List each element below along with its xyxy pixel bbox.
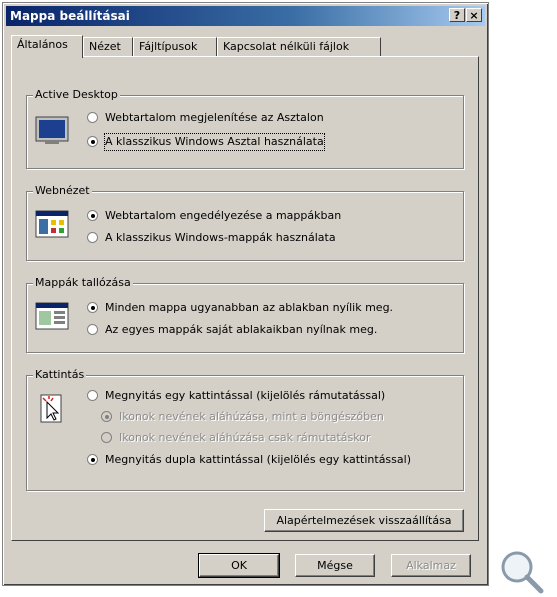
radio-button[interactable] (87, 210, 98, 221)
close-button[interactable]: × (466, 8, 482, 22)
magnifier-icon[interactable] (497, 548, 545, 594)
desktop-monitor-icon (35, 116, 69, 144)
web-folder-icon (35, 210, 69, 238)
radio-button[interactable] (87, 390, 98, 401)
click-cursor-icon (40, 394, 62, 423)
radio-button[interactable] (87, 302, 98, 313)
tab-offline-files[interactable]: Kapcsolat nélküli fájlok (217, 37, 381, 57)
group-active-desktop: Active Desktop Webtartalom megjelenítése… (26, 88, 464, 169)
radio-button[interactable] (87, 112, 98, 123)
radio-button[interactable] (87, 136, 98, 147)
group-legend: Mappák tallózása (33, 276, 133, 289)
window-title: Mappa beállításai (10, 9, 130, 23)
group-browse-folders: Mappák tallózása Minden mappa ugyanabban… (26, 276, 464, 353)
tab-general[interactable]: Általános (11, 35, 83, 58)
group-legend: Active Desktop (33, 88, 120, 101)
group-legend: Webnézet (33, 184, 92, 197)
group-legend: Kattintás (33, 368, 87, 381)
radio-button[interactable] (101, 432, 112, 443)
group-web-view: Webnézet Webtartalom engedélyezése a map… (26, 184, 464, 261)
radio-button[interactable] (87, 324, 98, 335)
tab-file-types[interactable]: Fájltípusok (133, 37, 217, 57)
group-click: Kattintás Megnyitás egy kattintással (ki… (26, 368, 464, 491)
radio-button[interactable] (87, 232, 98, 243)
window-browse-icon (35, 302, 69, 330)
folder-options-dialog: Mappa beállításai ? × Általános Nézet Fá… (2, 2, 489, 586)
radio-button[interactable] (87, 454, 98, 465)
radio-button[interactable] (101, 411, 112, 422)
tab-panel-general: Active Desktop Webtartalom megjelenítése… (11, 56, 479, 541)
title-bar[interactable]: Mappa beállításai ? × (6, 6, 485, 26)
cancel-button[interactable]: Mégse (295, 554, 375, 577)
help-button[interactable]: ? (449, 8, 465, 22)
restore-defaults-button[interactable]: Alapértelmezések visszaállítása (264, 509, 464, 532)
tab-view[interactable]: Nézet (83, 37, 133, 57)
apply-button[interactable]: Alkalmaz (391, 554, 471, 577)
ok-button[interactable]: OK (198, 553, 280, 578)
